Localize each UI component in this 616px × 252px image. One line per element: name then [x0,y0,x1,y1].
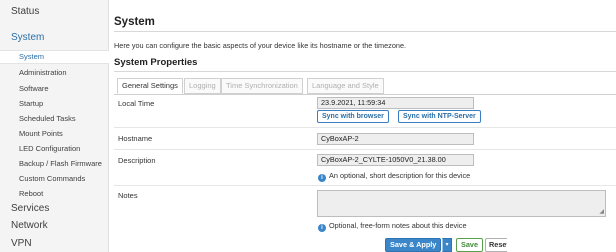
save-and-apply-button[interactable]: Save & Apply [385,238,442,252]
hostname-input[interactable]: CyBoxAP-2 [317,133,474,145]
sidebar-subitem-scheduled-tasks[interactable]: Scheduled Tasks [0,114,109,123]
sidebar-item-vpn[interactable]: VPN [0,238,109,249]
section-title: System Properties [114,57,198,68]
tab-logging[interactable]: Logging [184,78,221,94]
row-divider [114,149,616,150]
tab-language-and-style[interactable]: Language and Style [307,78,384,94]
sidebar-subitem-backup-flash-firmware[interactable]: Backup / Flash Firmware [0,159,109,168]
sidebar-subitem-system[interactable]: System [0,50,109,64]
sidebar: Status System System Administration Soft… [0,0,109,252]
sidebar-item-status[interactable]: Status [0,6,109,17]
local-time-field: 23.9.2021, 11:59:34 [317,97,474,109]
title-divider [114,31,616,32]
description-help-text: An optional, short description for this … [329,171,471,180]
page-description: Here you can configure the basic aspects… [114,41,407,50]
sidebar-subitem-reboot[interactable]: Reboot [0,189,109,198]
save-button[interactable]: Save [456,238,484,252]
hostname-label: Hostname [118,134,153,143]
sidebar-subitem-administration[interactable]: Administration [0,68,109,77]
sidebar-item-system[interactable]: System [0,32,109,43]
description-help: i An optional, short description for this… [318,171,470,182]
section-divider [114,71,616,72]
tab-general-settings[interactable]: General Settings [117,78,183,94]
sidebar-subitem-startup[interactable]: Startup [0,99,109,108]
sidebar-item-services[interactable]: Services [0,203,109,214]
row-divider [114,127,616,128]
sync-with-browser-button[interactable]: Sync with browser [317,110,389,123]
reset-button[interactable]: Reset [485,238,507,252]
save-apply-dropdown-button[interactable]: ▾ [442,238,452,252]
sidebar-subitem-custom-commands[interactable]: Custom Commands [0,174,109,183]
sidebar-subitem-led-configuration[interactable]: LED Configuration [0,144,109,153]
notes-help-text: Optional, free-form notes about this dev… [329,221,467,230]
description-label: Description [118,156,156,165]
description-input[interactable]: CyBoxAP-2_CYLTE-1050V0_21.38.00 [317,154,474,166]
sidebar-item-network[interactable]: Network [0,220,109,231]
tabs-divider [114,94,616,95]
info-circle-icon: i [318,174,326,182]
sync-with-ntp-button[interactable]: Sync with NTP-Server [398,110,481,123]
row-divider [114,185,616,186]
notes-help: i Optional, free-form notes about this de… [318,221,467,232]
main-content: System Here you can configure the basic … [109,0,616,252]
info-circle-icon: i [318,224,326,232]
page-title: System [114,16,155,28]
tab-time-synchronization[interactable]: Time Synchronization [221,78,303,94]
notes-textarea[interactable]: ◢ [317,190,606,217]
sidebar-subitem-software[interactable]: Software [0,84,109,93]
notes-label: Notes [118,191,138,200]
resize-grip-icon[interactable]: ◢ [599,209,604,215]
sidebar-subitem-mount-points[interactable]: Mount Points [0,129,109,138]
chevron-down-icon: ▾ [445,242,449,248]
local-time-label: Local Time [118,99,155,108]
